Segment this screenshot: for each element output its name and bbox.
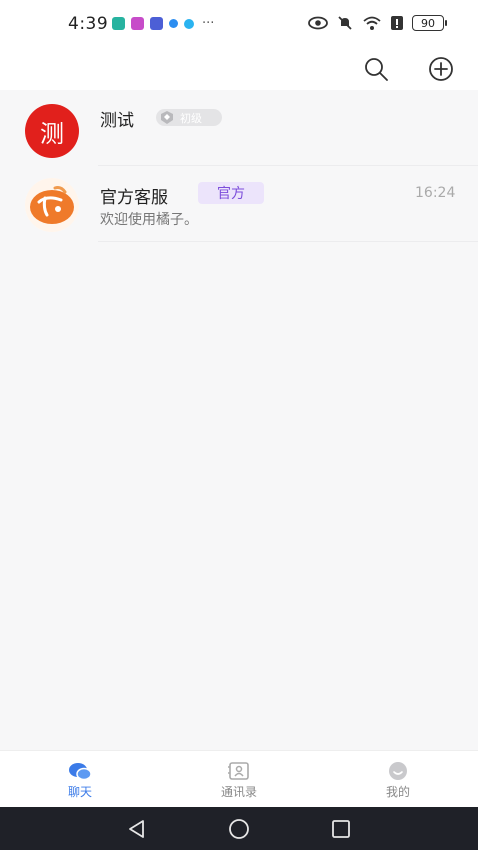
app-notification-icon [112, 17, 125, 30]
status-bar: 4:39 ··· 90 [0, 0, 478, 50]
profile-icon [389, 762, 407, 780]
status-app-icons: ··· [112, 17, 214, 30]
tab-label: 我的 [385, 785, 410, 799]
status-time: 4:39 [68, 14, 109, 34]
recents-button[interactable] [329, 817, 353, 841]
chat-bubbles-icon [69, 763, 92, 781]
search-icon [365, 58, 388, 81]
divider [98, 241, 478, 242]
tab-chat[interactable]: 聊天 [40, 751, 120, 808]
chat-item-official-service[interactable] [0, 166, 478, 242]
alert-icon [391, 16, 403, 30]
shield-icon [161, 111, 173, 124]
level-badge-label: 初级 [180, 111, 202, 125]
tab-label: 通讯录 [220, 785, 257, 799]
back-button[interactable] [125, 817, 149, 841]
chat-name: 测试 [100, 111, 134, 131]
avatar [25, 178, 79, 232]
level-badge: 初级 [156, 109, 222, 126]
eye-icon [308, 16, 328, 30]
home-button[interactable] [227, 817, 251, 841]
search-button[interactable] [361, 54, 391, 84]
app-notification-icon [150, 17, 163, 30]
contacts-book-icon [228, 762, 249, 780]
app-notification-icon [184, 18, 194, 29]
tab-profile[interactable]: 我的 [358, 751, 438, 808]
tab-contacts[interactable]: 通讯录 [199, 751, 279, 808]
bottom-tab-bar: 聊天 通讯录 我的 [0, 750, 478, 807]
chat-time: 16:24 [415, 185, 456, 201]
official-badge: 官方 [198, 182, 264, 204]
more-notifications: ··· [202, 16, 215, 31]
avatar: 测 [25, 104, 79, 158]
add-button[interactable] [426, 54, 456, 84]
chat-preview: 欢迎使用橘子。 [100, 212, 198, 228]
system-nav-bar [0, 807, 478, 850]
app-notification-icon [169, 19, 178, 28]
chat-item-test[interactable]: 测 [0, 90, 478, 166]
chat-name: 官方客服 [100, 188, 168, 208]
top-header [0, 50, 478, 90]
wifi-icon [363, 16, 381, 30]
app-notification-icon [131, 17, 144, 30]
tab-label: 聊天 [67, 785, 92, 799]
recents-square-icon [332, 820, 350, 838]
status-indicators: 90 [308, 15, 447, 31]
orange-logo-icon [25, 178, 79, 232]
mute-bell-icon [338, 16, 352, 30]
battery-indicator: 90 [412, 15, 447, 31]
back-triangle-icon [129, 820, 144, 838]
plus-circle-icon [429, 57, 453, 81]
home-circle-icon [229, 819, 249, 839]
